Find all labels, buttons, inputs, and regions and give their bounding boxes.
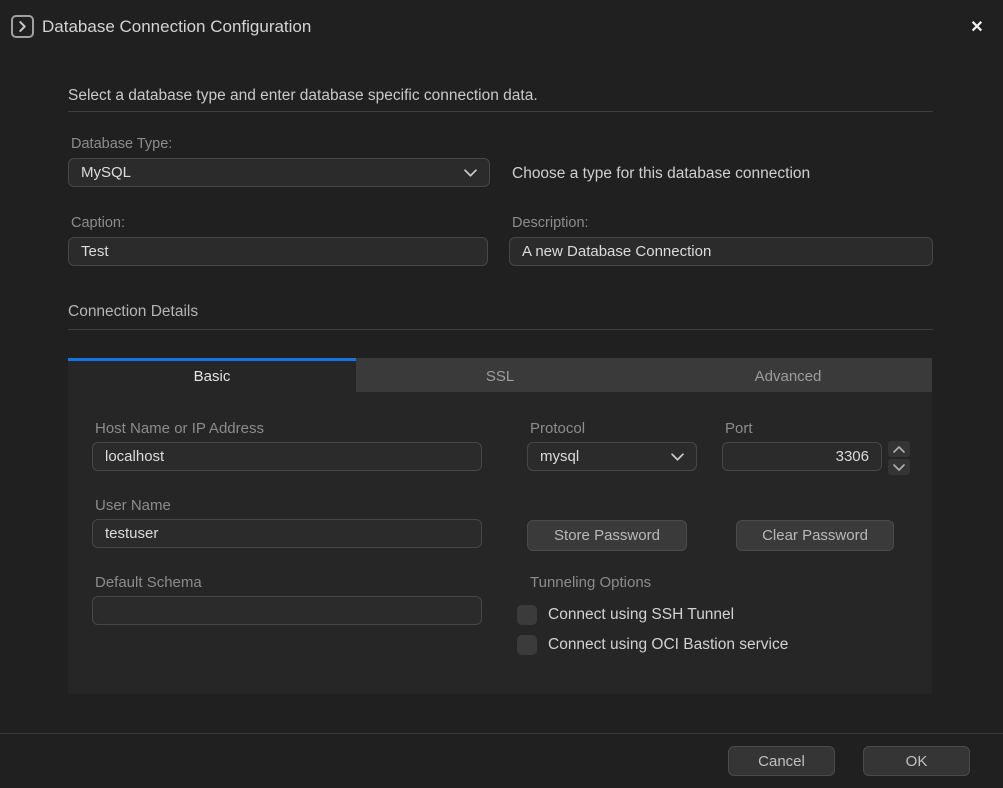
tab-basic[interactable]: Basic (68, 358, 356, 392)
ssh-tunnel-checkbox[interactable] (517, 605, 537, 625)
host-input[interactable] (92, 442, 482, 471)
section-divider (68, 329, 933, 330)
default-schema-input[interactable] (92, 596, 482, 625)
spinner-up-button[interactable] (888, 441, 910, 457)
description-input[interactable] (509, 237, 933, 266)
intro-text: Select a database type and enter databas… (68, 87, 538, 105)
footer-divider (0, 733, 1003, 734)
description-label: Description: (512, 215, 589, 231)
protocol-label: Protocol (530, 420, 585, 437)
protocol-select[interactable]: mysql (527, 442, 697, 471)
chevron-down-icon (671, 453, 684, 461)
ok-button[interactable]: OK (863, 746, 970, 776)
close-icon[interactable]: ✕ (965, 15, 989, 39)
port-spinner (888, 441, 910, 475)
spinner-down-button[interactable] (888, 459, 910, 475)
chevron-down-icon (464, 169, 477, 177)
username-label: User Name (95, 497, 171, 514)
connection-tabs: Basic SSL Advanced (68, 358, 932, 392)
database-type-select[interactable]: MySQL (68, 158, 490, 187)
port-label: Port (725, 420, 753, 437)
caption-input[interactable] (68, 237, 488, 266)
connection-details-title: Connection Details (68, 303, 198, 321)
oci-bastion-checkbox[interactable] (517, 635, 537, 655)
ssh-tunnel-option: Connect using SSH Tunnel (517, 605, 734, 625)
database-type-hint: Choose a type for this database connecti… (512, 165, 810, 183)
clear-password-button[interactable]: Clear Password (736, 520, 894, 551)
protocol-value: mysql (540, 448, 579, 465)
store-password-button[interactable]: Store Password (527, 520, 687, 551)
caption-label: Caption: (71, 215, 125, 231)
chevron-down-icon (893, 464, 905, 471)
tunneling-options-label: Tunneling Options (530, 574, 651, 591)
port-input[interactable] (722, 442, 882, 471)
intro-divider (68, 111, 933, 112)
host-label: Host Name or IP Address (95, 420, 264, 437)
database-type-label: Database Type: (71, 136, 172, 152)
oci-bastion-option: Connect using OCI Bastion service (517, 635, 788, 655)
chevron-up-icon (893, 446, 905, 453)
username-input[interactable] (92, 519, 482, 548)
tab-ssl[interactable]: SSL (356, 358, 644, 392)
dialog-panel-icon (11, 15, 34, 38)
ssh-tunnel-label: Connect using SSH Tunnel (548, 606, 734, 624)
cancel-button[interactable]: Cancel (728, 746, 835, 776)
default-schema-label: Default Schema (95, 574, 202, 591)
chevron-right-icon (17, 21, 28, 32)
tab-advanced[interactable]: Advanced (644, 358, 932, 392)
oci-bastion-label: Connect using OCI Bastion service (548, 636, 788, 654)
dialog-title: Database Connection Configuration (42, 17, 311, 37)
database-type-value: MySQL (81, 164, 131, 181)
